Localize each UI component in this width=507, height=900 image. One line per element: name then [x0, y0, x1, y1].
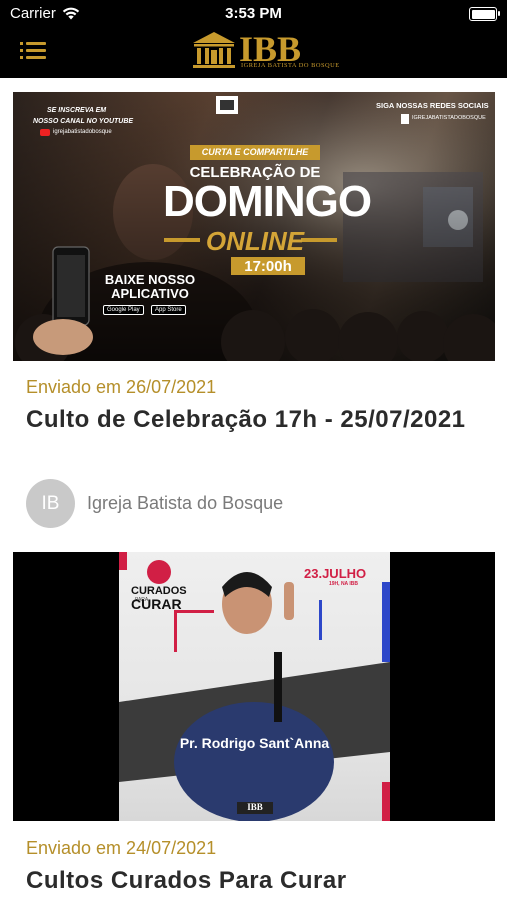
status-bar: Carrier 3:53 PM: [0, 0, 507, 28]
temple-logo-icon: [193, 32, 235, 68]
banner-store-1: Google Play: [103, 305, 144, 315]
banner-time: 17:00h: [244, 258, 292, 275]
app-header: Carrier 3:53 PM IBB Igreja Batista do Bo…: [0, 0, 507, 78]
banner-channel: igrejabatistadobosque: [53, 129, 112, 135]
post-author: IB Igreja Batista do Bosque: [26, 479, 283, 528]
post-thumbnail[interactable]: SE INSCREVA EM NOSSO CANAL NO YOUTUBE ig…: [13, 92, 495, 361]
status-time: 3:53 PM: [225, 5, 282, 22]
poster-date: 23.JULHO: [304, 566, 367, 581]
post-title[interactable]: Culto de Celebração 17h - 25/07/2021: [26, 403, 466, 437]
logo-fullname: Igreja Batista do Bosque: [241, 62, 340, 69]
banner-share: CURTA E COMPARTILHE: [201, 147, 309, 157]
poster-footer-logo: IBB: [247, 802, 263, 812]
banner-sunday: DOMINGO: [163, 177, 372, 226]
app-logo: IBB Igreja Batista do Bosque: [191, 29, 339, 73]
battery-icon: [469, 7, 500, 21]
banner-subscribe-2: NOSSO CANAL NO YOUTUBE: [33, 118, 134, 125]
banner-download-1: BAIXE NOSSO: [104, 272, 196, 287]
poster-text-layer: PARA CURADOS CURAR 23.JULHO 19H, NA IBB …: [119, 552, 390, 821]
banner-download-2: APLICATIVO: [111, 286, 189, 301]
post-thumbnail[interactable]: PARA CURADOS CURAR 23.JULHO 19H, NA IBB …: [13, 552, 495, 821]
banner-text-layer: SE INSCREVA EM NOSSO CANAL NO YOUTUBE ig…: [13, 92, 495, 361]
poster-speaker: Pr. Rodrigo Sant`Anna: [179, 735, 330, 751]
banner-online: ONLINE: [205, 226, 305, 256]
banner-store-2: App Store: [151, 305, 186, 315]
poster: PARA CURADOS CURAR 23.JULHO 19H, NA IBB …: [119, 552, 390, 821]
banner-handle: IGREJABATISTADOBOSQUE: [412, 115, 486, 121]
banner-follow: SIGA NOSSAS REDES SOCIAIS: [376, 101, 489, 110]
menu-button[interactable]: [20, 40, 46, 62]
author-name: Igreja Batista do Bosque: [87, 493, 284, 513]
avatar: IB: [26, 479, 75, 528]
post-date: Enviado em 24/07/2021: [26, 838, 217, 858]
poster-event-2: CURAR: [131, 596, 182, 612]
post-title[interactable]: Cultos Curados Para Curar: [26, 864, 466, 898]
post-date: Enviado em 26/07/2021: [26, 377, 217, 397]
banner-subscribe-1: SE INSCREVA EM: [47, 107, 107, 114]
poster-date-sub: 19H, NA IBB: [329, 581, 358, 587]
